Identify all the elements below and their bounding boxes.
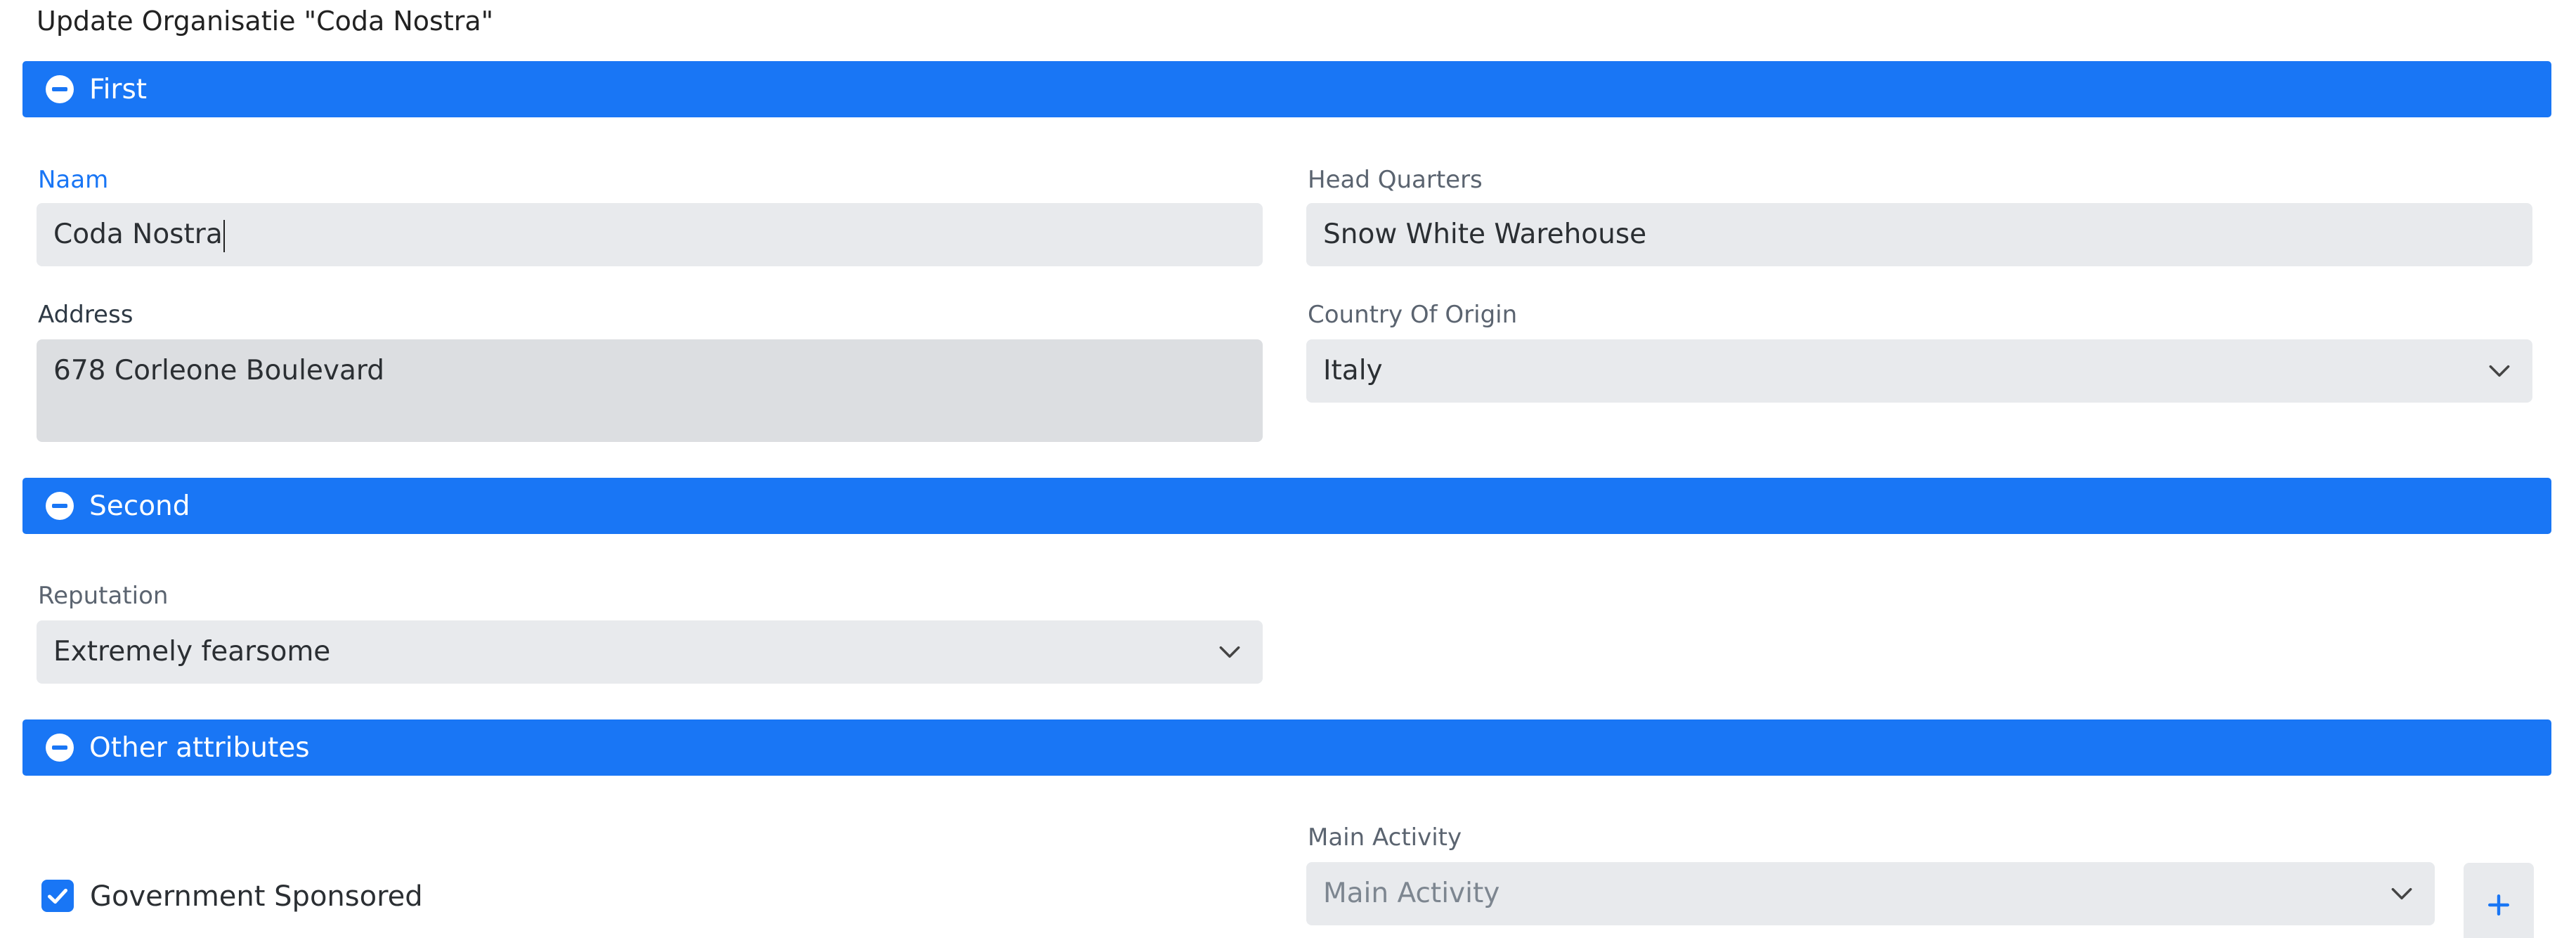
address-label: Address (38, 301, 134, 329)
section-header-other-attributes[interactable]: Other attributes (22, 719, 2551, 776)
government-sponsored-checkbox[interactable] (41, 880, 74, 912)
minus-circle-icon[interactable] (46, 734, 74, 762)
section-label: Second (89, 490, 190, 522)
reputation-value: Extremely fearsome (53, 636, 331, 667)
government-sponsored-label[interactable]: Government Sponsored (90, 879, 423, 914)
plus-icon (2487, 894, 2510, 916)
main-activity-select[interactable]: Main Activity (1306, 862, 2435, 925)
text-caret (223, 219, 225, 252)
check-icon (48, 888, 67, 904)
minus-circle-icon[interactable] (46, 492, 74, 520)
head-quarters-input[interactable]: Snow White Warehouse (1306, 203, 2532, 266)
section-header-first[interactable]: First (22, 61, 2551, 117)
naam-label: Naam (38, 166, 109, 194)
address-textarea[interactable]: 678 Corleone Boulevard (37, 339, 1263, 442)
minus-circle-icon[interactable] (46, 75, 74, 103)
section-label: First (89, 73, 148, 105)
head-quarters-label: Head Quarters (1308, 166, 1483, 194)
naam-value: Coda Nostra (53, 219, 223, 250)
naam-input[interactable]: Coda Nostra (37, 203, 1263, 266)
chevron-down-icon (2489, 365, 2510, 377)
head-quarters-value: Snow White Warehouse (1323, 219, 1647, 250)
chevron-down-icon (1219, 646, 1240, 658)
country-of-origin-label: Country Of Origin (1308, 301, 1518, 329)
country-of-origin-select[interactable]: Italy (1306, 339, 2532, 403)
reputation-select[interactable]: Extremely fearsome (37, 620, 1263, 684)
chevron-down-icon (2391, 887, 2412, 900)
section-header-second[interactable]: Second (22, 478, 2551, 534)
address-value: 678 Corleone Boulevard (53, 355, 385, 386)
main-activity-placeholder: Main Activity (1323, 878, 1500, 909)
main-activity-label: Main Activity (1308, 823, 1462, 852)
page-title: Update Organisatie "Coda Nostra" (37, 6, 494, 37)
reputation-label: Reputation (38, 582, 169, 610)
country-of-origin-value: Italy (1323, 355, 1383, 386)
add-main-activity-button[interactable] (2464, 863, 2534, 938)
section-label: Other attributes (89, 731, 310, 764)
